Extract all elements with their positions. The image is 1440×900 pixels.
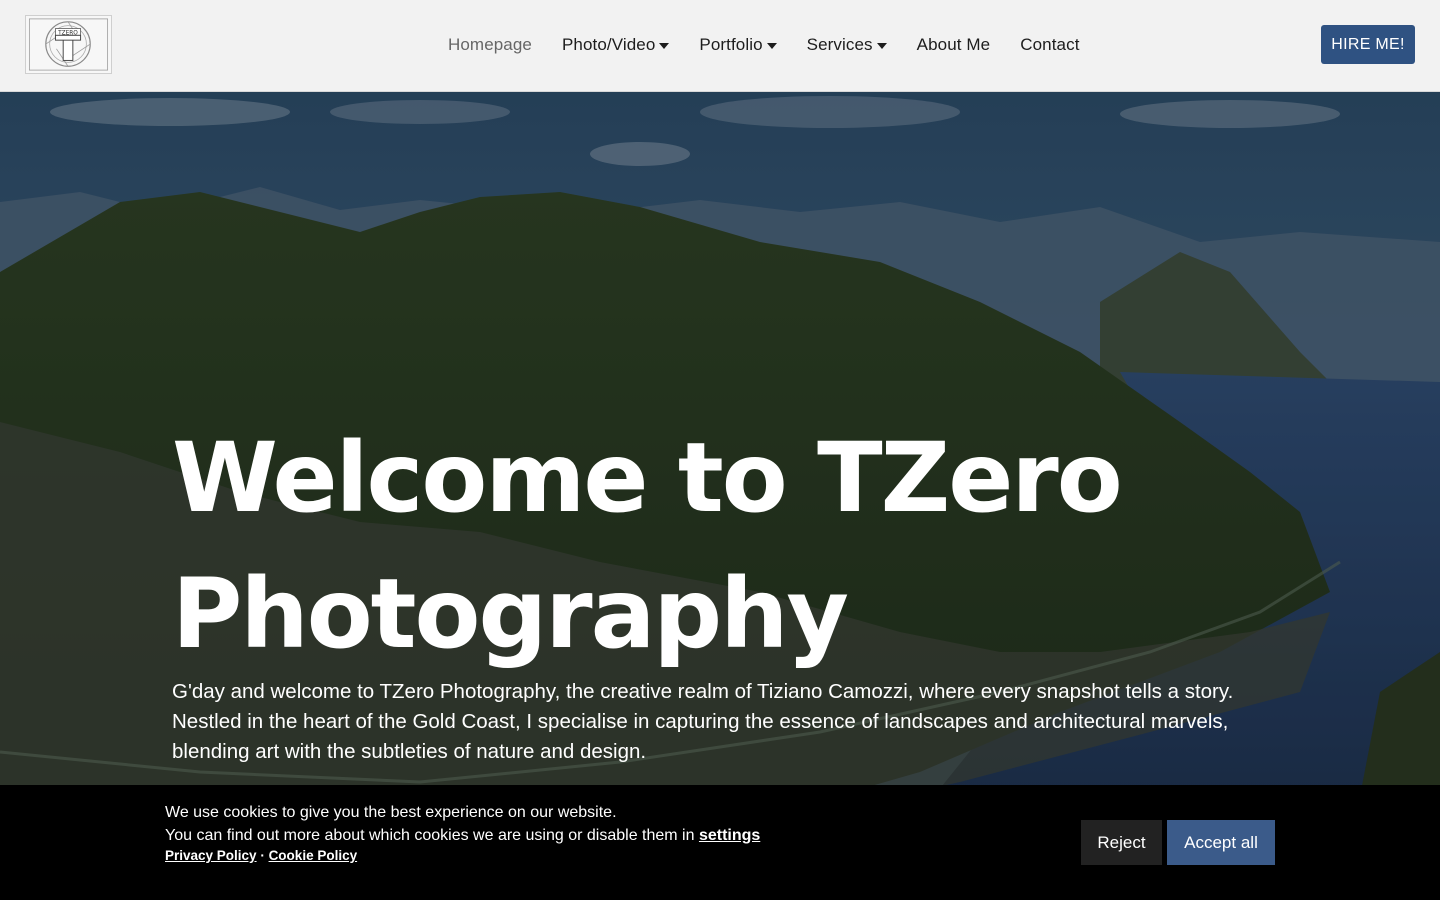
cookie-policy-links: Privacy Policy · Cookie Policy: [165, 848, 357, 863]
nav-label: Photo/Video: [561, 35, 656, 54]
cookie-line1: We use cookies to give you the best expe…: [165, 804, 617, 821]
accept-all-cookies-button[interactable]: Accept all: [1167, 820, 1275, 865]
nav-item-contact[interactable]: Contact: [1020, 35, 1079, 55]
cookie-line2-text: You can find out more about which cookie…: [165, 827, 699, 844]
caret-down-icon: [766, 43, 777, 49]
hero-title-line2: Photography: [172, 558, 849, 670]
caret-down-icon: [659, 43, 670, 49]
privacy-policy-link[interactable]: Privacy Policy: [165, 848, 257, 863]
logo-aperture-icon: TZERO: [28, 18, 109, 71]
cookie-line2: You can find out more about which cookie…: [165, 824, 760, 847]
nav-item-photo-video[interactable]: Photo/Video: [561, 35, 670, 55]
caret-down-icon: [876, 43, 887, 49]
hero-section: Welcome to TZero Photography G'day and w…: [0, 92, 1440, 900]
nav-label: About Me: [916, 35, 991, 54]
nav-label: Portfolio: [699, 35, 763, 54]
site-header: TZERO Homepage Photo/Video Portfolio Ser…: [0, 0, 1440, 92]
nav-item-about-me[interactable]: About Me: [917, 35, 991, 55]
main-nav: Homepage Photo/Video Portfolio Services …: [448, 33, 1110, 57]
hero-title: Welcome to TZero Photography: [172, 410, 1272, 682]
cookie-settings-link[interactable]: settings: [699, 827, 760, 844]
nav-item-homepage[interactable]: Homepage: [448, 35, 532, 55]
nav-label: Contact: [1020, 35, 1080, 54]
cookie-consent-bar: We use cookies to give you the best expe…: [0, 785, 1440, 900]
cookie-message: We use cookies to give you the best expe…: [165, 801, 760, 847]
nav-item-services[interactable]: Services: [807, 35, 887, 55]
link-separator: ·: [256, 848, 269, 863]
hero-title-line1: Welcome to TZero: [172, 422, 1123, 534]
nav-label: Homepage: [448, 35, 532, 54]
site-logo[interactable]: TZERO: [25, 15, 112, 74]
cookie-policy-link[interactable]: Cookie Policy: [269, 848, 358, 863]
hire-me-button[interactable]: HIRE ME!: [1321, 25, 1415, 64]
nav-label: Services: [806, 35, 873, 54]
nav-item-portfolio[interactable]: Portfolio: [699, 35, 777, 55]
reject-cookies-button[interactable]: Reject: [1081, 820, 1162, 865]
hero-intro-text: G'day and welcome to TZero Photography, …: [172, 680, 1234, 763]
